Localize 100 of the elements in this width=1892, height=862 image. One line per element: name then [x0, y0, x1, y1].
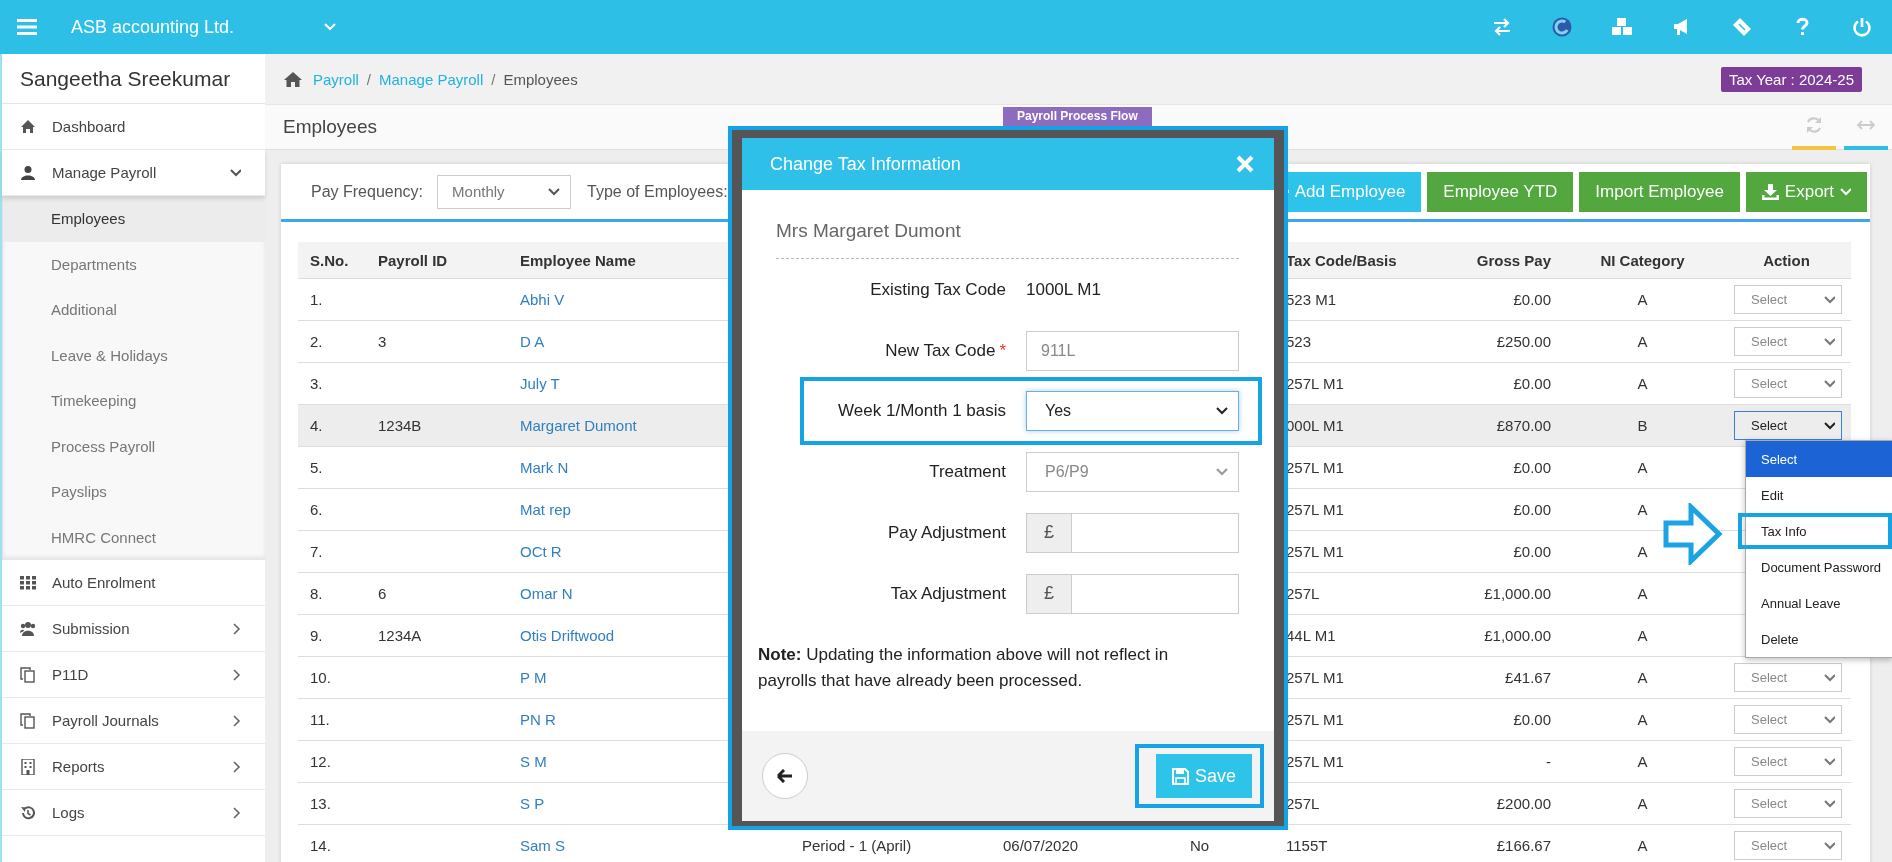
employee-link[interactable]: Margaret Dumont — [520, 417, 637, 434]
field-label: Week 1/Month 1 basis — [838, 401, 1006, 420]
table-cell: 14. — [298, 824, 366, 862]
action-select[interactable]: Select — [1734, 705, 1842, 734]
table-cell: 3. — [298, 362, 366, 405]
menu-option[interactable]: Tax Info — [1738, 513, 1892, 549]
currency-field[interactable]: £ — [1026, 512, 1239, 553]
action-select[interactable]: Select — [1734, 369, 1842, 398]
nav-item[interactable]: Auto Enrolment — [2, 560, 265, 606]
refresh-icon — [1805, 116, 1823, 134]
employee-link[interactable]: Otis Driftwood — [520, 627, 615, 644]
employee-link[interactable]: S P — [520, 795, 545, 812]
employee-link[interactable]: S M — [520, 753, 547, 770]
table-cell: £200.00 — [1424, 782, 1563, 825]
home-icon[interactable] — [283, 70, 303, 88]
employee-link[interactable]: July T — [520, 375, 560, 392]
table-cell: A — [1563, 278, 1722, 321]
nav-item[interactable]: Logs — [2, 790, 265, 836]
employee-link[interactable]: Mark N — [520, 459, 569, 476]
nav-item[interactable]: P11D — [2, 652, 265, 698]
employee-link[interactable]: Omar N — [520, 585, 573, 602]
action-select[interactable]: Select — [1734, 831, 1842, 860]
table-cell: - — [1424, 740, 1563, 783]
table-cell: 1. — [298, 278, 366, 321]
building-icon — [20, 758, 36, 775]
caret-icon — [1824, 379, 1835, 388]
employee-link[interactable]: OCt R — [520, 543, 562, 560]
menu-option[interactable]: Edit — [1746, 477, 1892, 513]
cubes-icon[interactable] — [1612, 17, 1632, 37]
employee-link[interactable]: Sam S — [520, 837, 565, 854]
c-logo-icon[interactable] — [1552, 17, 1572, 37]
menu-option[interactable]: Delete — [1746, 621, 1892, 657]
nav-subitem[interactable]: Employees — [3, 196, 265, 242]
action-select[interactable]: Select — [1734, 285, 1842, 314]
pay-frequency-select[interactable]: Monthly — [437, 174, 572, 209]
table-cell: £0.00 — [1424, 698, 1563, 741]
caret-icon — [1216, 407, 1228, 415]
table-cell: £0.00 — [1424, 362, 1563, 405]
employee-link[interactable]: PN R — [520, 711, 556, 728]
caret-icon — [1824, 421, 1835, 430]
action-select[interactable]: Select — [1734, 327, 1842, 356]
table-cell: 12. — [298, 740, 366, 783]
close-icon[interactable] — [1236, 155, 1254, 173]
menu-option[interactable]: Select — [1746, 441, 1892, 477]
dropdown-field[interactable]: Yes — [1026, 391, 1239, 431]
action-select[interactable]: Select — [1734, 411, 1842, 440]
swap-arrows-icon[interactable] — [1492, 17, 1512, 37]
caret-icon — [1824, 799, 1835, 808]
chevron-icon — [233, 622, 241, 635]
employee-link[interactable]: P M — [520, 669, 547, 686]
nav-item[interactable]: Submission — [2, 606, 265, 652]
page-title: Employees — [283, 116, 377, 138]
table-cell: £0.00 — [1424, 530, 1563, 573]
input-field[interactable]: 911L — [1026, 330, 1239, 371]
caret-icon — [1216, 467, 1228, 476]
action-select[interactable]: Select — [1734, 663, 1842, 692]
employee-link[interactable]: Mat rep — [520, 501, 571, 518]
currency-prefix: £ — [1027, 574, 1072, 613]
nav-subitem[interactable]: Leave & Holidays — [3, 332, 265, 378]
payroll-process-flow-button[interactable]: Payroll Process Flow — [1003, 107, 1152, 126]
nav-item[interactable]: Reports — [2, 744, 265, 790]
chevron-icon — [233, 806, 241, 819]
table-cell: A — [1563, 320, 1722, 363]
nav-subitem[interactable]: Departments — [3, 241, 265, 287]
caret-icon — [1824, 757, 1835, 766]
nav-subitem[interactable]: Additional — [3, 287, 265, 333]
table-row[interactable]: 14. Sam S Period - 1 (April) 06/07/2020 No 1155T £166.67 A Select — [298, 824, 1851, 862]
column-header: Action — [1722, 242, 1851, 279]
required-mark: * — [999, 340, 1006, 360]
employee-link[interactable]: D A — [520, 333, 545, 350]
tax-year-badge: Tax Year : 2024-25 — [1720, 66, 1862, 92]
table-cell: 13. — [298, 782, 366, 825]
power-icon[interactable] — [1852, 17, 1872, 37]
nav-item[interactable]: Payroll Journals — [2, 698, 265, 744]
toolbar-button[interactable]: Employee YTD — [1427, 171, 1574, 212]
currency-field[interactable]: £ — [1026, 573, 1239, 614]
field-label: Tax Adjustment — [890, 583, 1006, 603]
action-select[interactable]: Select — [1734, 747, 1842, 776]
export-button[interactable]: Export — [1745, 171, 1867, 212]
field-label: Treatment — [929, 461, 1006, 481]
toolbar-button[interactable]: Import Employee — [1579, 171, 1740, 212]
caret-icon — [1824, 337, 1835, 346]
table-cell: £0.00 — [1424, 446, 1563, 489]
chevron-icon — [233, 714, 241, 727]
nav-subitem[interactable]: Timekeeping — [3, 378, 265, 424]
back-button[interactable] — [762, 753, 808, 799]
employee-link[interactable]: Abhi V — [520, 291, 565, 308]
table-cell: £250.00 — [1424, 320, 1563, 363]
table-cell: 4. — [298, 404, 366, 447]
column-header: Payroll ID — [366, 242, 508, 279]
ticket-icon[interactable] — [1732, 17, 1752, 37]
nav-subitem[interactable]: Payslips — [3, 469, 265, 515]
menu-icon[interactable] — [17, 19, 37, 35]
horizontal-arrows-icon — [1856, 119, 1876, 131]
action-select[interactable]: Select — [1734, 789, 1842, 818]
filter-label: Type of Employees: — [587, 182, 728, 201]
nav-subitem[interactable]: HMRC Connect — [3, 514, 265, 560]
employee-name: Mrs Margaret Dumont — [776, 220, 1239, 259]
table-cell: A — [1563, 446, 1722, 489]
nav-subitem[interactable]: Process Payroll — [3, 423, 265, 469]
